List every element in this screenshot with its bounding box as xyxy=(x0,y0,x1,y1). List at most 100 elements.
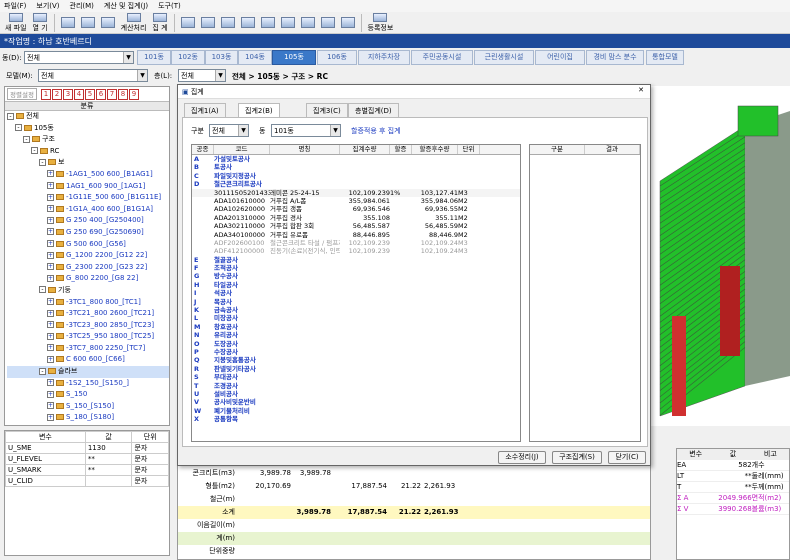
grid-row[interactable]: I 석공사 xyxy=(192,289,520,297)
tree-node[interactable]: + G_800 2200_[G8 22] xyxy=(7,273,169,285)
expand-icon[interactable]: + xyxy=(47,170,54,178)
expand-icon[interactable]: + xyxy=(47,228,54,236)
expand-icon[interactable]: + xyxy=(47,274,54,282)
toolbar-button[interactable] xyxy=(298,13,318,33)
tab-dong[interactable]: 어린이집 xyxy=(535,50,585,65)
grid-row[interactable]: E 철골공사 xyxy=(192,256,520,264)
grid-row[interactable]: T 조경공사 xyxy=(192,382,520,390)
tree-node[interactable]: + -3TC25_950 1800_[TC25] xyxy=(7,331,169,343)
expand-icon[interactable]: + xyxy=(47,182,54,190)
tree-node[interactable]: + G_1200 2200_[G12 22] xyxy=(7,250,169,262)
toolbar-button[interactable]: 새 파일 xyxy=(2,12,30,33)
close-icon[interactable]: ✕ xyxy=(638,86,644,94)
grid-row[interactable]: G 방수공사 xyxy=(192,272,520,280)
grid-row[interactable]: ADA302110000 거푸집 합판 3회 56,485.587 56,485.59… xyxy=(192,222,520,230)
tree-node[interactable]: + G_2300 2200_[G23 22] xyxy=(7,262,169,274)
dialog-tab[interactable]: 집계2(B) xyxy=(238,103,280,117)
grid-row[interactable]: O 도장공사 xyxy=(192,340,520,348)
variable-row[interactable]: Σ V 3990.268 볼륨(m3) xyxy=(677,504,789,515)
tree-node[interactable]: + C 600 600_[C66] xyxy=(7,354,169,366)
toolbar-button[interactable]: 열 기 xyxy=(30,12,51,33)
toolbar-button[interactable] xyxy=(218,13,238,33)
tree-node[interactable]: - 105동 xyxy=(7,123,169,135)
tab-dong[interactable]: 통합모델 xyxy=(646,50,684,65)
tree-node[interactable]: + -3TC7_800 2250_[TC7] xyxy=(7,343,169,355)
grid-row[interactable]: L 미장공사 xyxy=(192,314,520,322)
tab-dong[interactable]: 지하주차장 xyxy=(358,50,410,65)
expand-icon[interactable]: - xyxy=(39,158,46,166)
tree-node[interactable]: + S_150 xyxy=(7,389,169,401)
tree-node[interactable]: + -1AG1_500 600_[B1AG1] xyxy=(7,169,169,181)
grid-row[interactable]: S 부대공사 xyxy=(192,373,520,381)
tree-node[interactable]: + -1S2_150_[S150_] xyxy=(7,378,169,390)
expand-icon[interactable]: + xyxy=(47,321,54,329)
tab-dong[interactable]: 주민공동시설 xyxy=(411,50,473,65)
tree-node[interactable]: + G 500 600_[G56] xyxy=(7,239,169,251)
toolbar-button[interactable] xyxy=(58,13,78,33)
menu-item[interactable]: 도구(T) xyxy=(158,1,181,11)
grid-row[interactable]: H 타일공사 xyxy=(192,281,520,289)
grid-row[interactable]: Q 지붕및홈통공사 xyxy=(192,356,520,364)
grid-row[interactable]: D 철근콘크리트공사 xyxy=(192,180,520,188)
tree-node[interactable]: - RC xyxy=(7,146,169,158)
expand-icon[interactable]: + xyxy=(47,193,54,201)
expand-icon[interactable]: - xyxy=(23,135,30,143)
toolbar-button[interactable] xyxy=(198,13,218,33)
toolbar-button[interactable] xyxy=(78,13,98,33)
grid-row[interactable]: K 금속공사 xyxy=(192,306,520,314)
grid-row[interactable]: A 가설및토공사 xyxy=(192,155,520,163)
tree-node[interactable]: + S_180_[S180] xyxy=(7,412,169,424)
dialog-tab[interactable]: 집계3(C) xyxy=(306,103,348,117)
level-button[interactable]: 1 xyxy=(40,88,51,100)
expand-icon[interactable]: - xyxy=(15,124,22,132)
tree-node[interactable]: +1AG1_600 900_[1AG1] xyxy=(7,181,169,193)
grid-row[interactable]: X 공통항목 xyxy=(192,415,520,423)
grid-row[interactable]: ADA201310000 거푸집 경사 355.108 355.11 M2 xyxy=(192,214,520,222)
tab-dong[interactable]: 105동 xyxy=(272,50,316,65)
grid-row[interactable]: P 수장공사 xyxy=(192,348,520,356)
toolbar-button[interactable] xyxy=(178,13,198,33)
toolbar-button[interactable] xyxy=(278,13,298,33)
tab-dong[interactable]: 101동 xyxy=(137,50,171,65)
tree-node[interactable]: + S_150_[S150] xyxy=(7,401,169,413)
expand-icon[interactable]: + xyxy=(47,263,54,271)
toolbar-button[interactable]: 등록정보 xyxy=(365,12,397,33)
tree-node[interactable]: + -3TC23_800 2850_[TC23] xyxy=(7,320,169,332)
tab-dong[interactable]: 경비 맘스 분수 xyxy=(586,50,644,65)
expand-icon[interactable]: - xyxy=(7,112,14,120)
tree-node[interactable]: - 전체 xyxy=(7,111,169,123)
level-button[interactable]: 8 xyxy=(117,88,128,100)
tab-dong[interactable]: 106동 xyxy=(317,50,357,65)
tree-node[interactable]: -보 xyxy=(7,157,169,169)
gubun-select[interactable]: 전체 ▼ xyxy=(209,124,249,137)
apply-surcharge-link[interactable]: 할증적용 후 집계 xyxy=(351,126,401,136)
level-button[interactable]: 7 xyxy=(106,88,117,100)
grid-row[interactable]: U 설비공사 xyxy=(192,390,520,398)
grid-row[interactable]: ADF202600100 철근콘크리트 타설 / 펌프차(21m) 102,109.… xyxy=(192,239,520,247)
level-button[interactable]: 6 xyxy=(95,88,106,100)
tree-node[interactable]: + G 250 400_[G250400] xyxy=(7,215,169,227)
dialog-button[interactable]: 구조집계(S) xyxy=(552,451,602,464)
expand-icon[interactable]: + xyxy=(47,309,54,317)
tab-dong[interactable]: 103동 xyxy=(205,50,238,65)
menu-item[interactable]: 계산 및 집계(J) xyxy=(104,1,148,11)
dialog-button[interactable]: 닫기(C) xyxy=(608,451,646,464)
level-button[interactable]: 2 xyxy=(51,88,62,100)
toolbar-button[interactable] xyxy=(258,13,278,33)
menu-item[interactable]: 파일(F) xyxy=(4,1,26,11)
tab-dong[interactable]: 104동 xyxy=(238,50,272,65)
level-button[interactable]: 3 xyxy=(62,88,73,100)
prop-row[interactable]: U_CLID 문자 xyxy=(5,475,169,487)
level-button[interactable]: 9 xyxy=(128,88,139,100)
tree-node[interactable]: + -1G1A_400 600_[B1G1A] xyxy=(7,204,169,216)
dong-select[interactable]: 전체 ▼ xyxy=(24,51,134,64)
tree-node[interactable]: + -3TC1_800 800_[TC1] xyxy=(7,297,169,309)
grid-row[interactable]: J 목공사 xyxy=(192,298,520,306)
grid-row[interactable]: F 조적공사 xyxy=(192,264,520,272)
building-3d-view[interactable] xyxy=(650,86,790,426)
expand-icon[interactable]: + xyxy=(47,332,54,340)
grid-row[interactable]: 3011150520143300레미콘 25-24-15102,109.2391… xyxy=(192,188,520,197)
expand-icon[interactable]: + xyxy=(47,344,54,352)
grid-row[interactable]: ADA101610000 거푸집 A/L폼 355,984.061 355,984.0… xyxy=(192,197,520,205)
expand-icon[interactable]: + xyxy=(47,240,54,248)
